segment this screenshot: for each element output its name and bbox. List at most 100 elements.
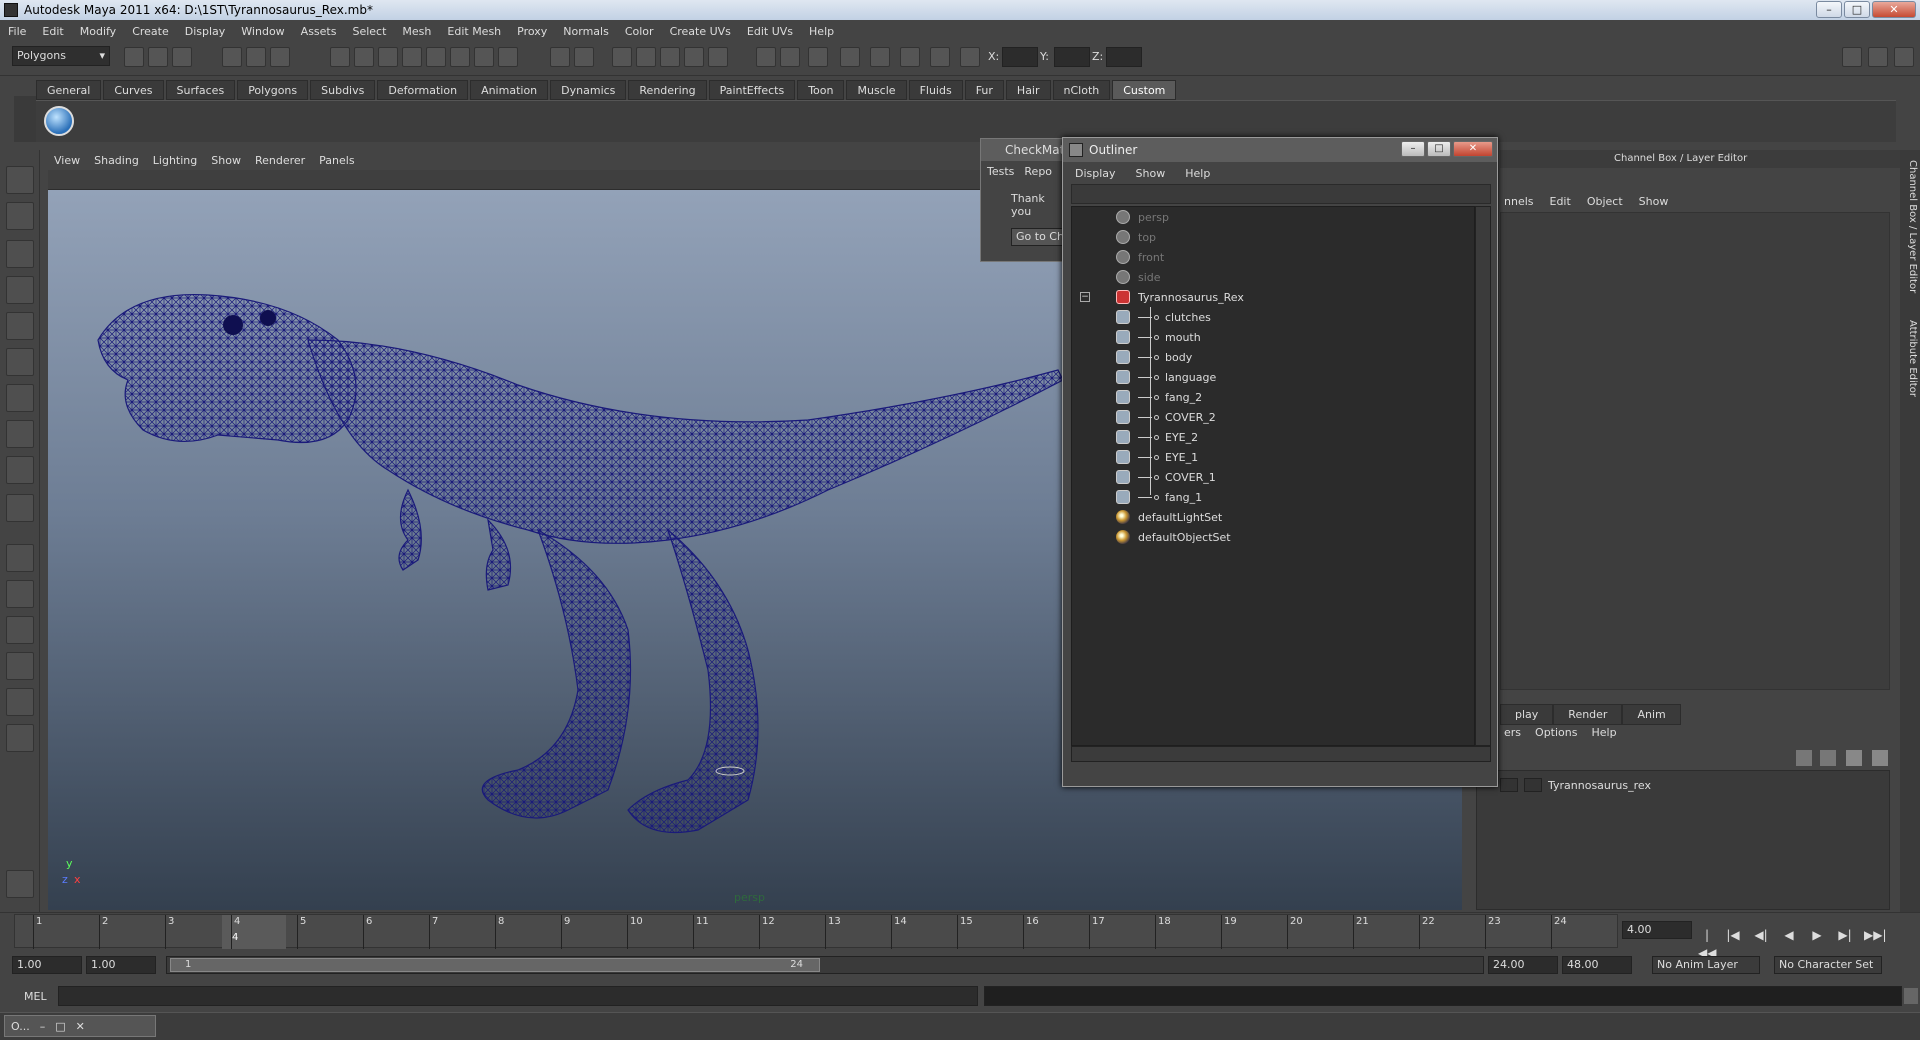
shelf-tab-fur[interactable]: Fur <box>964 80 1004 100</box>
paint-select-tool-icon[interactable] <box>6 240 34 268</box>
scene-icon[interactable] <box>808 47 828 67</box>
shelf-tab-general[interactable]: General <box>36 80 102 100</box>
layer-menu-layers[interactable]: ers <box>1504 726 1521 739</box>
lock-icon[interactable] <box>550 47 570 67</box>
input-line-icon[interactable] <box>756 47 776 67</box>
outliner-filter-field[interactable] <box>1071 184 1491 204</box>
history-icon[interactable] <box>612 47 632 67</box>
checkmate-menu-tests[interactable]: Tests <box>987 165 1014 178</box>
shelf-tab-muscle[interactable]: Muscle <box>846 80 907 100</box>
menu-file[interactable]: File <box>8 25 26 38</box>
layer-add-icon[interactable] <box>1846 750 1862 766</box>
outliner-minimize-button[interactable]: – <box>1401 141 1425 157</box>
step-back-key-button[interactable]: |◀ <box>1724 926 1742 944</box>
outliner-item-side[interactable]: side <box>1116 267 1161 287</box>
layer-tab-display[interactable]: play <box>1500 704 1554 725</box>
absolute-transform-icon[interactable] <box>960 47 980 67</box>
snap-grid-icon[interactable] <box>330 47 350 67</box>
layer-remove-icon[interactable] <box>1872 750 1888 766</box>
outliner-menu-display[interactable]: Display <box>1075 167 1116 180</box>
vtab-attribute-editor[interactable]: Attribute Editor <box>1902 320 1918 397</box>
outliner-vertical-scrollbar[interactable] <box>1475 206 1491 746</box>
close-icon[interactable]: ✕ <box>76 1020 85 1033</box>
menu-display[interactable]: Display <box>185 25 226 38</box>
universal-manipulator-icon[interactable] <box>6 384 34 412</box>
current-time-field[interactable]: 4.00 <box>1622 921 1692 939</box>
z-field[interactable] <box>1106 47 1142 67</box>
shelf-tab-surfaces[interactable]: Surfaces <box>165 80 236 100</box>
viewport-menu-view[interactable]: View <box>54 154 80 167</box>
last-tool-icon[interactable] <box>6 494 34 522</box>
time-slider[interactable]: 4 1 2 3 4 5 6 7 8 9 10 11 12 13 14 15 16 17 18 19 20 21 22 23 2… <box>14 914 1618 949</box>
menu-normals[interactable]: Normals <box>563 25 609 38</box>
viewport-menu-panels[interactable]: Panels <box>319 154 354 167</box>
snap-icon[interactable] <box>474 47 494 67</box>
viewport-menu-renderer[interactable]: Renderer <box>255 154 305 167</box>
select-tool-icon[interactable] <box>6 166 34 194</box>
outliner-horizontal-scrollbar[interactable] <box>1071 746 1491 762</box>
move-tool-icon[interactable] <box>6 276 34 304</box>
shelf-tab-deformation[interactable]: Deformation <box>377 80 469 100</box>
help-icon[interactable] <box>498 47 518 67</box>
menu-assets[interactable]: Assets <box>301 25 337 38</box>
scale-tool-icon[interactable] <box>6 348 34 376</box>
viewport-menu-shading[interactable]: Shading <box>94 154 139 167</box>
menu-window[interactable]: Window <box>241 25 284 38</box>
step-forward-frame-button[interactable]: ▶| <box>1836 926 1854 944</box>
selection-icon[interactable] <box>574 47 594 67</box>
shelf-tab-subdivs[interactable]: Subdivs <box>310 80 376 100</box>
lasso-tool-icon[interactable] <box>6 202 34 230</box>
ipr-render-icon[interactable] <box>684 47 704 67</box>
play-backward-button[interactable]: ◀ <box>1780 926 1798 944</box>
layer-tab-render[interactable]: Render <box>1553 704 1623 725</box>
layer-visibility-toggle[interactable] <box>1500 778 1518 792</box>
channel-box-menu-channels[interactable]: nnels <box>1504 195 1534 208</box>
snap-point-icon[interactable] <box>378 47 398 67</box>
select-component-icon[interactable] <box>270 47 290 67</box>
menu-color[interactable]: Color <box>625 25 654 38</box>
menu-select[interactable]: Select <box>352 25 386 38</box>
show-attribute-editor-icon[interactable] <box>1842 47 1862 67</box>
close-button[interactable]: ✕ <box>1872 1 1916 18</box>
menu-create[interactable]: Create <box>132 25 169 38</box>
end-time-field[interactable]: 48.00 <box>1562 956 1632 974</box>
minimized-outliner-item[interactable]: O... – □ ✕ <box>4 1015 156 1037</box>
outliner-item-eye-1[interactable]: EYE_1 <box>1116 447 1198 467</box>
channel-box-menu-object[interactable]: Object <box>1587 195 1623 208</box>
layout-single-icon[interactable] <box>6 544 34 572</box>
render-settings-icon[interactable] <box>708 47 728 67</box>
shelf-tab-polygons[interactable]: Polygons <box>237 80 309 100</box>
character-set-dropdown[interactable]: No Character Set <box>1774 956 1882 974</box>
script-editor-icon[interactable] <box>1904 988 1918 1004</box>
x-field[interactable] <box>1002 47 1038 67</box>
camera-icon[interactable] <box>840 47 860 67</box>
snap-surface-icon[interactable] <box>426 47 446 67</box>
magnet-icon[interactable] <box>636 47 656 67</box>
menu-proxy[interactable]: Proxy <box>517 25 547 38</box>
outliner-item-fang-1[interactable]: fang_1 <box>1116 487 1202 507</box>
open-scene-icon[interactable] <box>148 47 168 67</box>
outliner-close-button[interactable]: ✕ <box>1453 141 1493 157</box>
channel-box-menu-show[interactable]: Show <box>1639 195 1669 208</box>
layer-tab-anim[interactable]: Anim <box>1622 704 1681 725</box>
restore-icon[interactable]: – <box>40 1020 46 1033</box>
select-object-icon[interactable] <box>246 47 266 67</box>
menu-edit-uvs[interactable]: Edit UVs <box>747 25 793 38</box>
outliner-item-cover-1[interactable]: COVER_1 <box>1116 467 1216 487</box>
vtab-channel-box[interactable]: Channel Box / Layer Editor <box>1902 160 1918 293</box>
outliner-item-front[interactable]: front <box>1116 247 1164 267</box>
transform-icon[interactable] <box>930 47 950 67</box>
channel-box-menu-edit[interactable]: Edit <box>1550 195 1571 208</box>
layout-hypershade-icon[interactable] <box>6 688 34 716</box>
outliner-menu-show[interactable]: Show <box>1136 167 1166 180</box>
minimize-button[interactable]: – <box>1816 1 1842 18</box>
checkmate-shelf-icon[interactable] <box>44 106 74 136</box>
shelf-tab-ncloth[interactable]: nCloth <box>1052 80 1111 100</box>
numeric-input-icon[interactable] <box>900 47 920 67</box>
show-manipulator-icon[interactable] <box>6 456 34 484</box>
outliner-item-clutches[interactable]: clutches <box>1116 307 1211 327</box>
new-layer-icon[interactable] <box>1796 750 1812 766</box>
menu-edit-mesh[interactable]: Edit Mesh <box>447 25 501 38</box>
outliner-item-cover-2[interactable]: COVER_2 <box>1116 407 1216 427</box>
layout-graph-icon[interactable] <box>6 652 34 680</box>
